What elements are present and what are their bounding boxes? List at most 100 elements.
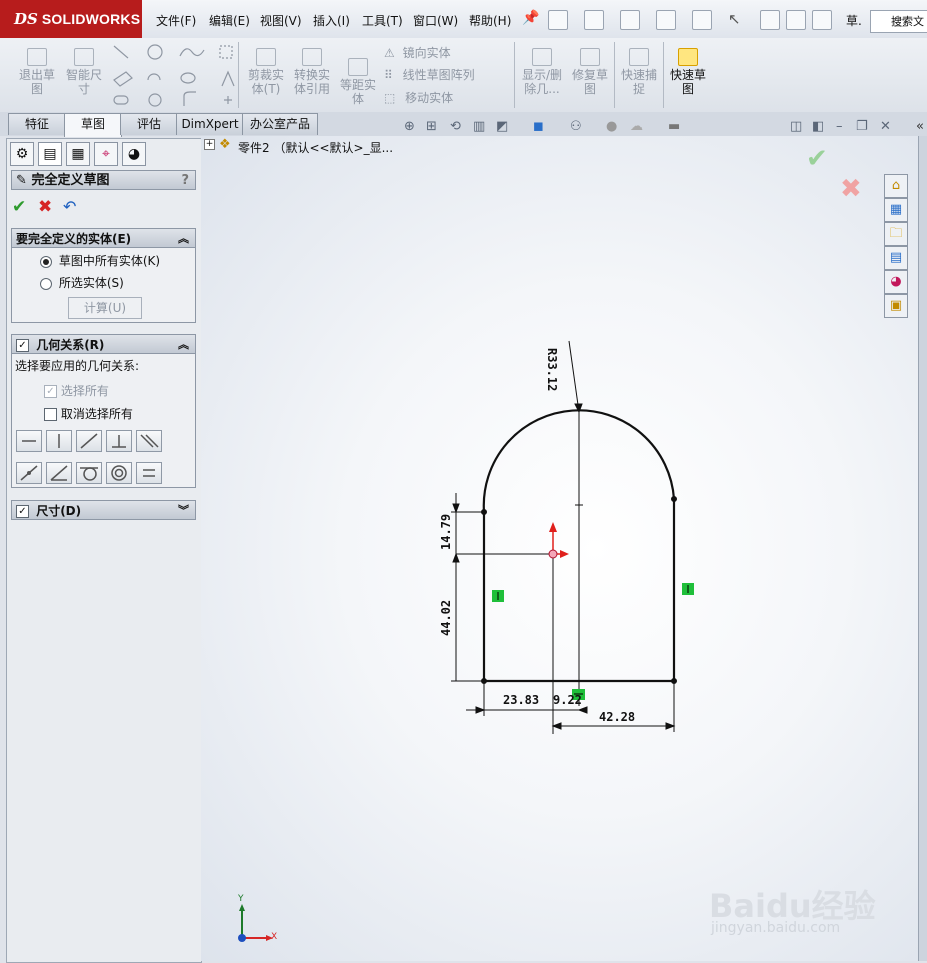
display-manager-icon[interactable]: ◕ <box>122 142 146 166</box>
tree-root-label[interactable]: 零件2 （默认<<默认>_显... <box>238 139 393 156</box>
edit-appearance-icon[interactable]: ● <box>606 119 617 134</box>
calculate-button[interactable]: 计算(U) <box>68 297 142 319</box>
vertical-relation-icon[interactable] <box>46 430 72 452</box>
select-pointer-icon[interactable]: ↖ <box>728 10 741 28</box>
menu-insert[interactable]: 插入(I) <box>313 12 350 29</box>
exit-sketch-button[interactable]: 退出草图 <box>14 48 60 96</box>
radio-button[interactable] <box>40 277 52 290</box>
solidworks-logo[interactable]: DS SOLIDWORKS <box>0 0 142 38</box>
rebuild-icon[interactable] <box>760 10 780 30</box>
menu-help[interactable]: 帮助(H) <box>469 12 511 29</box>
options-icon[interactable] <box>812 10 832 30</box>
view-settings-icon[interactable]: ▬ <box>668 119 680 134</box>
tile-horizontal-icon[interactable]: ◫ <box>790 119 802 134</box>
convert-entities-button[interactable]: 转换实 体引用 <box>290 48 334 96</box>
custom-properties-icon[interactable]: ▣ <box>884 294 908 318</box>
pin-icon[interactable]: 📌 <box>522 10 539 26</box>
new-document-icon[interactable] <box>548 10 568 30</box>
dimension-small[interactable]: 9.22 <box>553 693 582 707</box>
zoom-to-fit-icon[interactable]: ⊕ <box>404 119 415 134</box>
undo-arrow-icon[interactable]: ↶ <box>63 197 76 216</box>
file-explorer-icon[interactable]: 🗀 <box>884 222 908 246</box>
minimize-icon[interactable]: – <box>836 119 843 134</box>
collapse-chevron-icon[interactable]: ︽ <box>178 335 189 355</box>
configuration-manager-icon[interactable]: ▦ <box>66 142 90 166</box>
previous-view-icon[interactable]: ⟲ <box>450 119 461 134</box>
appearances-icon[interactable]: ◕ <box>884 270 908 294</box>
equal-relation-icon[interactable] <box>136 462 162 484</box>
tab-dimxpert[interactable]: DimXpert <box>176 113 244 135</box>
menu-edit[interactable]: 编辑(E) <box>209 12 250 29</box>
expand-chevron-icon[interactable]: ︾ <box>178 501 189 521</box>
undo-icon[interactable] <box>692 10 712 30</box>
concentric-relation-icon[interactable] <box>106 462 132 484</box>
mirror-entities-item[interactable]: ⚠ 镜向实体 <box>384 44 451 61</box>
tree-expand-toggle[interactable]: + <box>204 139 215 150</box>
apply-scene-icon[interactable]: ☁ <box>630 119 643 134</box>
menu-view[interactable]: 视图(V) <box>260 12 302 29</box>
design-library-icon[interactable]: ▦ <box>884 198 908 222</box>
radio-all-entities[interactable]: 草图中所有实体(K) <box>40 252 160 269</box>
dimension-upper-height[interactable]: 14.79 <box>439 514 453 550</box>
entities-group-header[interactable]: 要完全定义的实体(E) ︽ <box>11 228 196 248</box>
offset-entities-button[interactable]: 等距实体 <box>337 58 379 106</box>
linear-pattern-item[interactable]: ⠿ 线性草图阵列 <box>384 66 475 83</box>
tangent-relation-icon[interactable] <box>76 462 102 484</box>
dimensions-group-header[interactable]: ✓ 尺寸(D) ︾ <box>11 500 196 520</box>
home-icon[interactable]: ⌂ <box>884 174 908 198</box>
quick-snaps-button[interactable]: 快速捕捉 <box>617 48 661 96</box>
tab-evaluate[interactable]: 评估 <box>120 113 178 135</box>
menu-overflow[interactable]: 草. <box>846 12 862 29</box>
file-properties-icon[interactable] <box>786 10 806 30</box>
tab-features[interactable]: 特征 <box>8 113 66 135</box>
close-icon[interactable]: ✕ <box>880 119 891 134</box>
graphics-area[interactable]: R33.12 14.79 44.02 23.83 9.22 42.28 Y X … <box>201 136 918 961</box>
smart-dimension-button[interactable]: 智能尺寸 <box>62 48 106 96</box>
parallel-relation-icon[interactable] <box>136 430 162 452</box>
view-palette-icon[interactable]: ▤ <box>884 246 908 270</box>
move-entities-item[interactable]: ⬚ 移动实体 <box>384 89 453 106</box>
select-all-checkbox[interactable]: ✓ 选择所有 <box>44 382 109 399</box>
collinear-relation-icon[interactable] <box>76 430 102 452</box>
menu-tools[interactable]: 工具(T) <box>362 12 403 29</box>
horizontal-relation-icon[interactable] <box>16 430 42 452</box>
view-orientation-icon[interactable]: ◩ <box>496 119 508 134</box>
repair-sketch-button[interactable]: 修复草图 <box>568 48 612 96</box>
confirm-corner-ok-icon[interactable]: ✔ <box>806 144 828 174</box>
restore-icon[interactable]: ❐ <box>856 119 868 134</box>
hide-show-items-icon[interactable]: ⚇ <box>570 119 582 134</box>
relations-enable-checkbox[interactable]: ✓ <box>16 339 29 352</box>
rapid-sketch-button[interactable]: 快速草图 <box>666 48 710 96</box>
dimxpert-manager-icon[interactable]: ⌖ <box>94 142 118 166</box>
task-pane-collapse-icon[interactable]: « <box>916 119 924 134</box>
feature-tree-icon[interactable]: ⚙ <box>10 142 34 166</box>
menu-window[interactable]: 窗口(W) <box>413 12 458 29</box>
tab-office-products[interactable]: 办公室产品 <box>242 113 318 135</box>
relations-group-header[interactable]: ✓ 几何关系(R) ︽ <box>11 334 196 354</box>
dimension-left-offset[interactable]: 23.83 <box>503 693 539 707</box>
dimension-lower-height[interactable]: 44.02 <box>439 600 453 636</box>
dimension-radius[interactable]: R33.12 <box>545 348 559 391</box>
open-folder-icon[interactable] <box>584 10 604 30</box>
help-icon[interactable]: ? <box>181 171 189 191</box>
radio-selected-entities[interactable]: 所选实体(S) <box>40 274 124 291</box>
tile-vertical-icon[interactable]: ◧ <box>812 119 824 134</box>
display-style-icon[interactable]: ◼ <box>533 119 544 134</box>
angle-relation-icon[interactable] <box>46 462 72 484</box>
deselect-all-checkbox[interactable]: 取消选择所有 <box>44 405 133 422</box>
save-icon[interactable] <box>620 10 640 30</box>
collapse-chevron-icon[interactable]: ︽ <box>178 229 189 249</box>
dimension-right-width[interactable]: 42.28 <box>599 710 635 724</box>
menu-file[interactable]: 文件(F) <box>156 12 196 29</box>
trim-entities-button[interactable]: 剪裁实 体(T) <box>244 48 288 96</box>
dimensions-enable-checkbox[interactable]: ✓ <box>16 505 29 518</box>
confirm-corner-cancel-icon[interactable]: ✖ <box>840 174 862 204</box>
cancel-x-icon[interactable]: ✖ <box>38 197 52 217</box>
print-icon[interactable] <box>656 10 676 30</box>
property-manager-icon[interactable]: ▤ <box>38 142 62 166</box>
ok-check-icon[interactable]: ✔ <box>12 197 26 217</box>
radio-button[interactable] <box>40 255 52 268</box>
tab-sketch[interactable]: 草图 <box>64 113 122 137</box>
perpendicular-relation-icon[interactable] <box>106 430 132 452</box>
midpoint-relation-icon[interactable] <box>16 462 42 484</box>
